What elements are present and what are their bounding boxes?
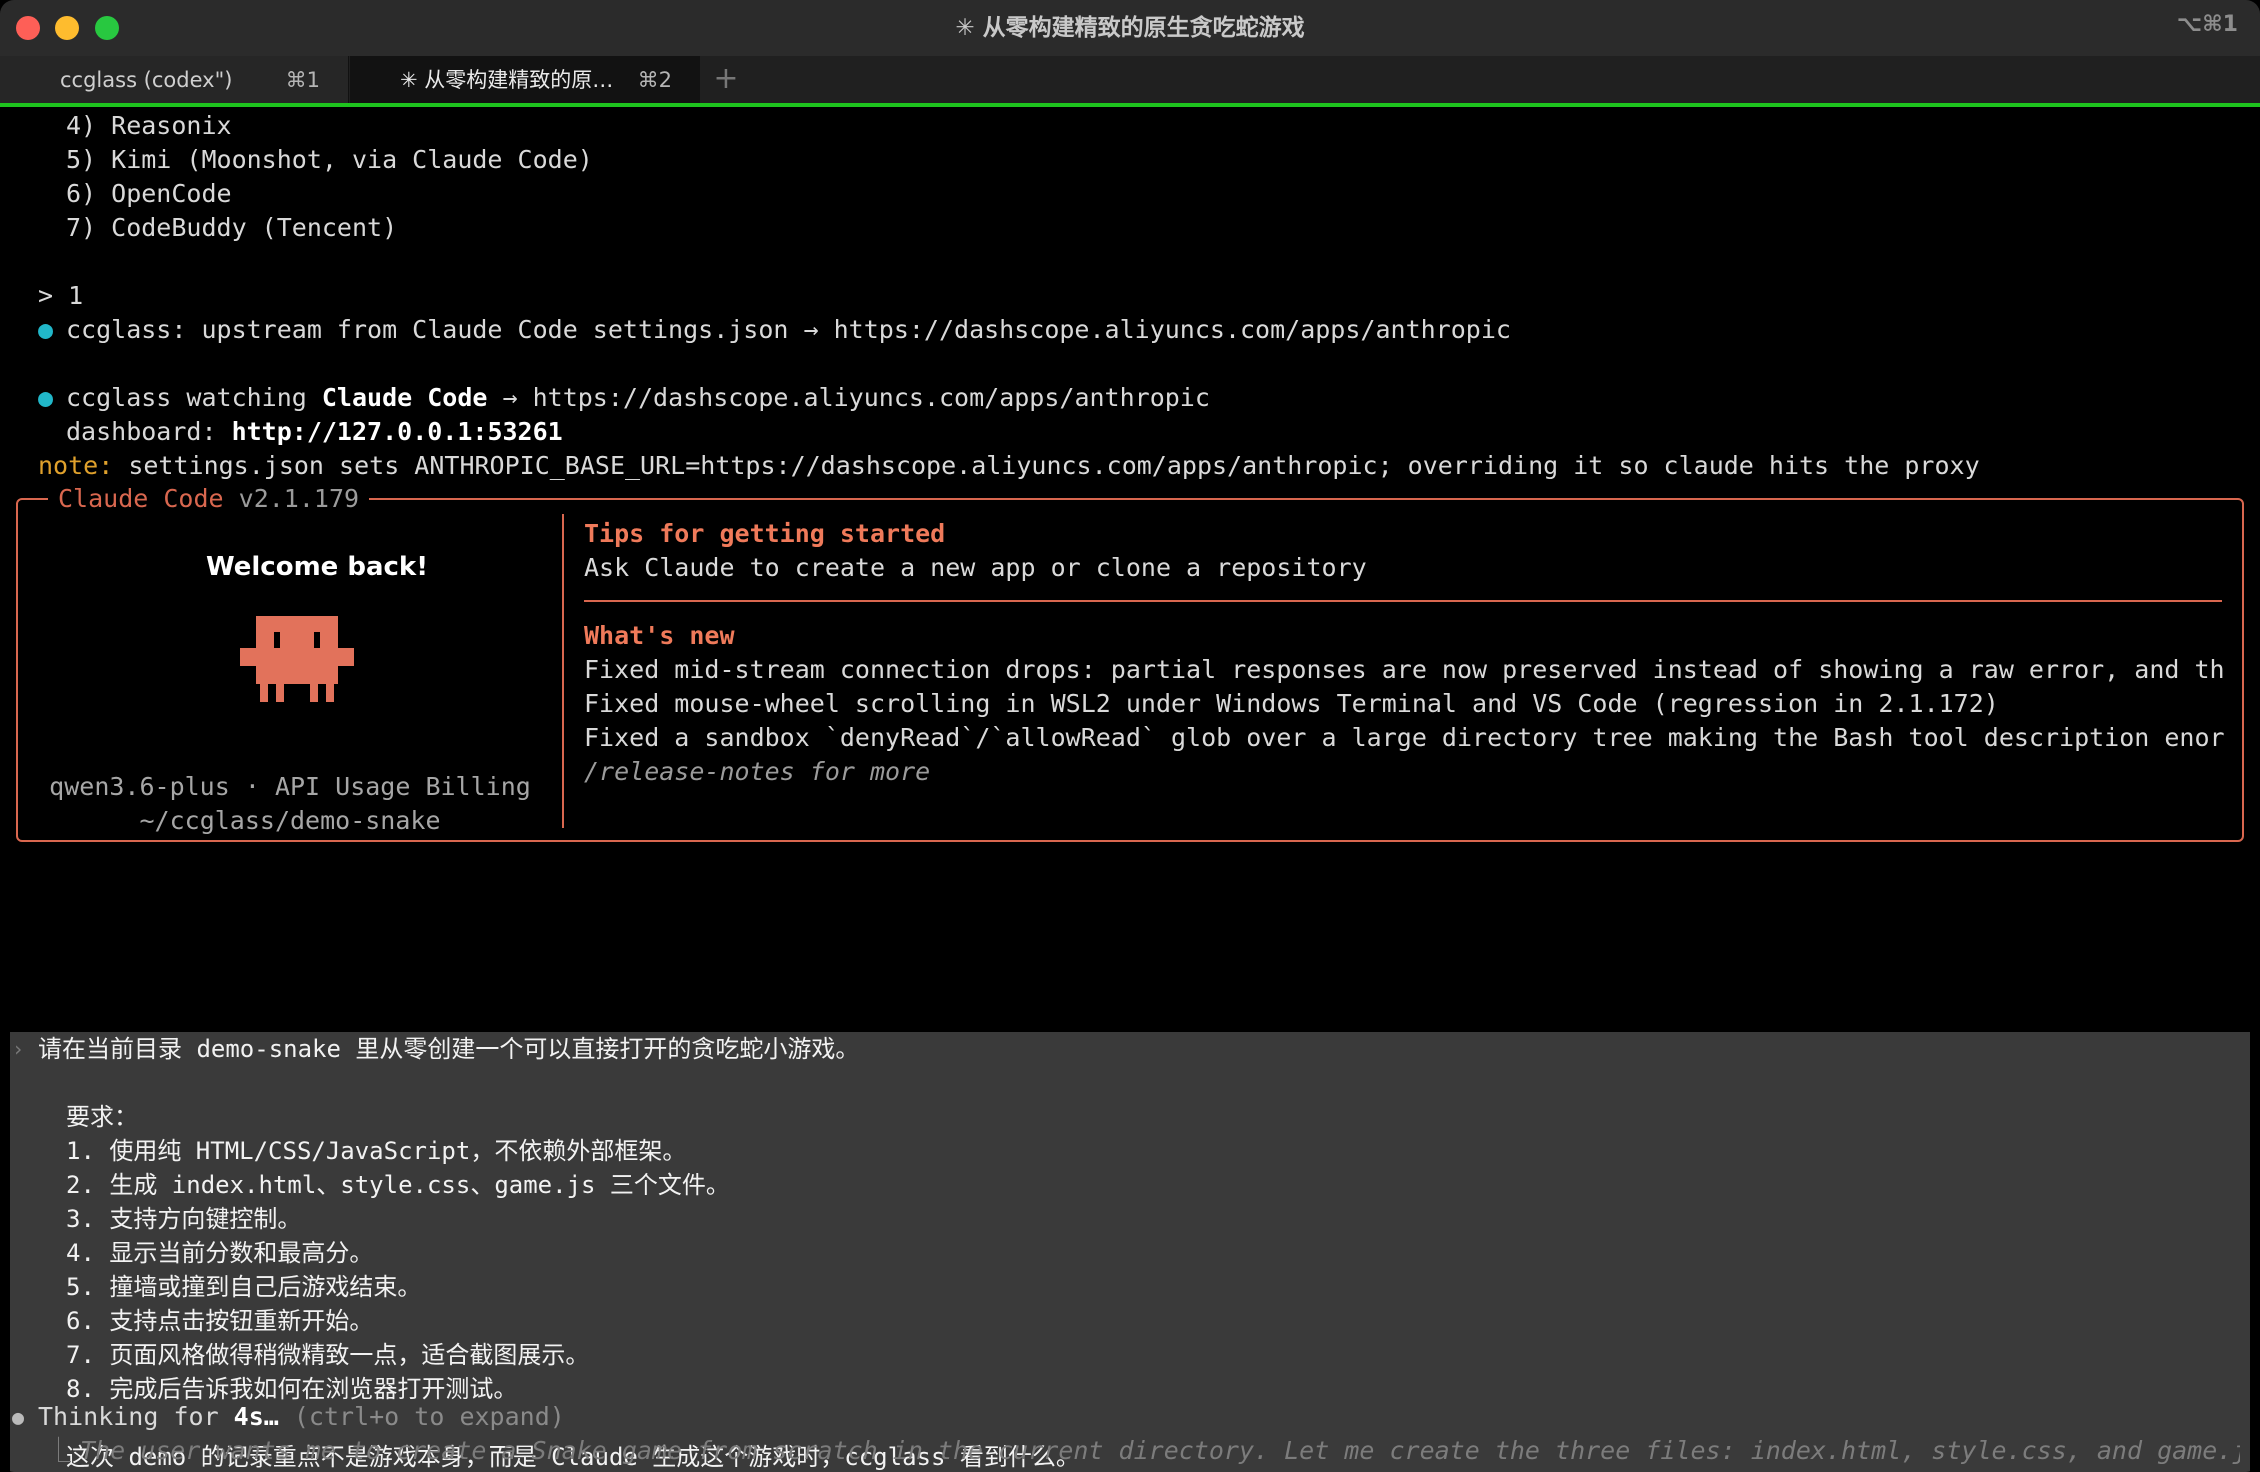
thinking-text: The user wants me to create a Snake game…	[80, 1436, 2240, 1465]
tree-elbow-icon: ⎿	[46, 1436, 72, 1465]
requirements-label: 要求：	[66, 1103, 138, 1131]
working-directory: ~/ccglass/demo-snake	[139, 806, 441, 835]
requirement-item: 4. 显示当前分数和最高分。	[66, 1239, 374, 1267]
tab-shortcut: ⌘1	[285, 68, 320, 92]
tips-text: Ask Claude to create a new app or clone …	[584, 553, 1367, 582]
welcome-heading: Welcome back!	[206, 552, 429, 582]
requirement-item: 7. 页面风格做得稍微精致一点，适合截图展示。	[66, 1341, 590, 1369]
active-tab-indicator	[0, 103, 2260, 107]
note-line: note: settings.json sets ANTHROPIC_BASE_…	[38, 449, 1980, 483]
box-vertical-divider	[562, 514, 564, 828]
requirement-item: 6. 支持点击按钮重新开始。	[66, 1307, 374, 1335]
menu-item: 5) Kimi (Moonshot, via Claude Code)	[66, 145, 593, 174]
menu-item: 4) Reasonix	[66, 111, 232, 140]
bullet-icon: ●	[38, 383, 54, 412]
thinking-duration: 4s…	[233, 1402, 279, 1431]
prompt-line: 请在当前目录 demo-snake 里从零创建一个可以直接打开的贪吃蛇小游戏。	[38, 1035, 860, 1063]
tab-ccglass[interactable]: ccglass (codex") ⌘1	[0, 56, 349, 104]
watching-line: ccglass watching Claude Code → https://d…	[66, 381, 1210, 415]
tab-shortcut: ⌘2	[637, 68, 672, 92]
requirement-item: 1. 使用纯 HTML/CSS/JavaScript，不依赖外部框架。	[66, 1137, 687, 1165]
window-title: ✳ 从零构建精致的原生贪吃蛇游戏	[955, 15, 1305, 41]
release-notes-hint: /release-notes for more	[584, 757, 931, 786]
claude-mascot-icon	[240, 616, 354, 702]
tab-bar: ccglass (codex") ⌘1 ✳ 从零构建精致的原… ⌘2 +	[0, 56, 2260, 104]
thinking-status[interactable]: Thinking for 4s… (ctrl+o to expand)	[38, 1400, 565, 1434]
thinking-bullet-icon: ●	[12, 1405, 25, 1429]
whats-new-item: Fixed mouse-wheel scrolling in WSL2 unde…	[584, 689, 1999, 718]
note-label: note:	[38, 451, 114, 480]
menu-item: 7) CodeBuddy (Tencent)	[66, 213, 398, 242]
whats-new-item: Fixed a sandbox `denyRead`/`allowRead` g…	[584, 723, 2224, 752]
watching-suffix: → https://dashscope.aliyuncs.com/apps/an…	[487, 383, 1210, 412]
title-bar: ✳ 从零构建精致的原生贪吃蛇游戏 ⌥⌘1	[0, 0, 2260, 56]
bullet-icon: ●	[38, 315, 54, 344]
watched-app: Claude Code	[321, 383, 488, 412]
welcome-box-title: Claude Code v2.1.179	[48, 482, 370, 516]
tab-label: ✳ 从零构建精致的原…	[400, 68, 614, 92]
whats-new-heading: What's new	[584, 621, 735, 650]
menu-item: 6) OpenCode	[66, 179, 232, 208]
app-version: v2.1.179	[238, 484, 360, 513]
model-line: qwen3.6-plus · API Usage Billing	[49, 772, 531, 801]
window-shortcut: ⌥⌘1	[2176, 12, 2238, 37]
new-tab-button[interactable]: +	[706, 56, 746, 104]
upstream-line: ccglass: upstream from Claude Code setti…	[66, 315, 1511, 344]
thinking-label: Thinking for	[38, 1402, 234, 1431]
expand-hint: (ctrl+o to expand)	[278, 1402, 565, 1431]
watching-prefix: ccglass watching	[66, 383, 322, 412]
prompt-chevron-icon: ›	[12, 1037, 25, 1061]
requirement-item: 5. 撞墙或撞到自己后游戏结束。	[66, 1273, 422, 1301]
dashboard-line: dashboard: http://127.0.0.1:53261	[66, 415, 563, 449]
note-text: settings.json sets ANTHROPIC_BASE_URL=ht…	[113, 451, 1980, 480]
tab-snake-game[interactable]: ✳ 从零构建精致的原… ⌘2	[350, 56, 700, 104]
dashboard-link[interactable]: http://127.0.0.1:53261	[232, 417, 563, 446]
terminal-window: ✳ 从零构建精致的原生贪吃蛇游戏 ⌥⌘1 ccglass (codex") ⌘1…	[0, 0, 2260, 1472]
app-name: Claude Code	[58, 484, 224, 513]
requirement-item: 2. 生成 index.html、style.css、game.js 三个文件。	[66, 1171, 730, 1199]
tips-heading: Tips for getting started	[584, 519, 946, 548]
tab-label: ccglass (codex")	[60, 68, 233, 92]
dashboard-label: dashboard:	[66, 417, 232, 446]
terminal-content[interactable]: 4) Reasonix 5) Kimi (Moonshot, via Claud…	[0, 108, 2260, 1472]
input-line: > 1	[38, 281, 84, 310]
whats-new-item: Fixed mid-stream connection drops: parti…	[584, 655, 2224, 684]
requirement-item: 3. 支持方向键控制。	[66, 1205, 302, 1233]
box-horizontal-divider	[584, 600, 2222, 602]
